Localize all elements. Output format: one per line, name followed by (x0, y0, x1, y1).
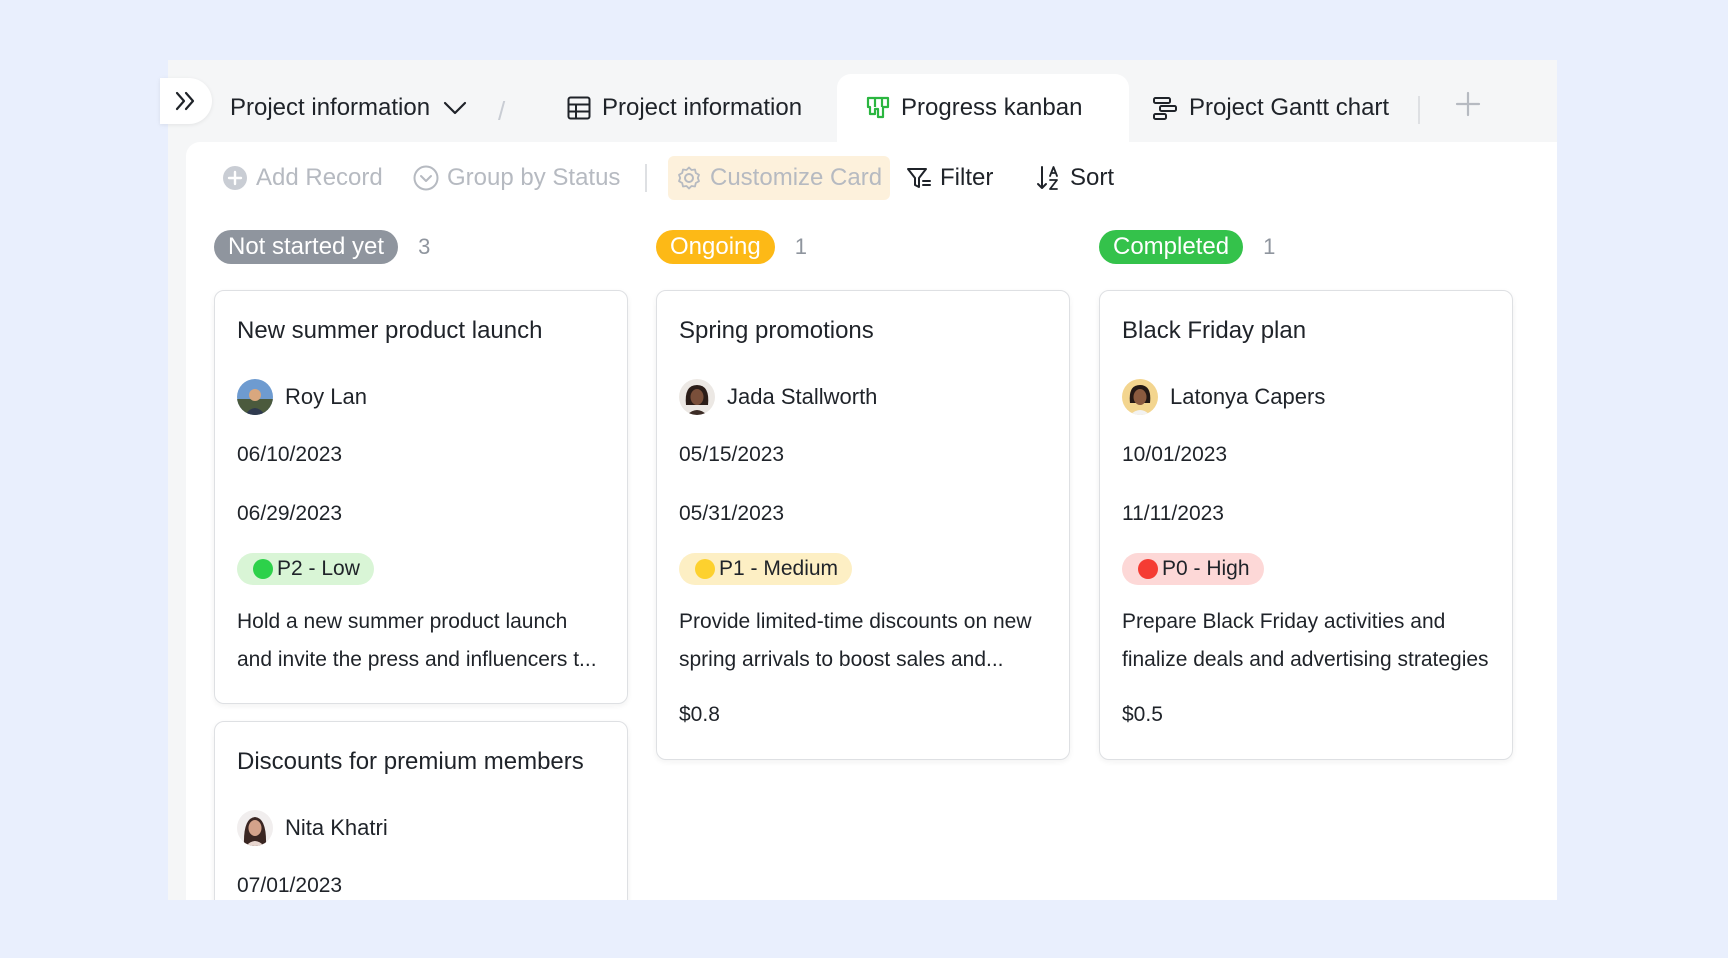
owner-name: Jada Stallworth (727, 384, 878, 409)
record-card[interactable]: Black Friday plan Latonya Capers 10/01/2… (1099, 290, 1513, 760)
start-date: 10/01/2023 (1122, 443, 1228, 466)
database-name: Project information (230, 94, 431, 121)
card-owner: Roy Lan (237, 379, 367, 415)
filter-icon (906, 165, 932, 191)
avatar (237, 810, 273, 846)
avatar (237, 379, 273, 415)
plus-icon (1455, 91, 1481, 117)
add-view-button[interactable] (1454, 90, 1482, 123)
owner-name: Nita Khatri (285, 815, 388, 840)
view-toolbar: Add Record Group by Status Customize Car… (186, 142, 1557, 214)
breadcrumb-separator: / (498, 96, 506, 126)
start-date: 07/01/2023 (237, 874, 343, 897)
priority-tag: P1 - Medium (679, 553, 853, 585)
card-title: Discounts for premium members (237, 748, 584, 775)
add-record-label: Add Record (256, 164, 383, 191)
group-by-label: Group by Status (447, 164, 621, 191)
customize-card-button[interactable]: Customize Card (668, 156, 891, 200)
customize-card-label: Customize Card (710, 164, 883, 191)
filter-label: Filter (940, 164, 994, 191)
card-title: Spring promotions (679, 317, 874, 344)
column-count: 3 (418, 234, 431, 259)
view-tabbar: Project information / Project informatio… (160, 60, 1557, 142)
plus-circle-icon (222, 165, 248, 191)
priority-label: P1 - Medium (719, 557, 839, 580)
priority-tag: P2 - Low (237, 553, 374, 585)
start-date: 06/10/2023 (237, 443, 343, 466)
record-card[interactable]: New summer product launch Roy Lan 06/10/… (214, 290, 628, 704)
status-badge: Ongoing (656, 230, 775, 264)
sort-button[interactable]: Sort (1036, 156, 1114, 200)
avatar (679, 379, 715, 415)
card-title: New summer product launch (237, 317, 543, 344)
card-budget: $0.8 (679, 703, 720, 726)
priority-label: P0 - High (1162, 557, 1250, 580)
table-icon (566, 95, 592, 121)
card-owner: Latonya Capers (1122, 379, 1325, 415)
priority-dot (253, 559, 273, 579)
card-owner: Nita Khatri (237, 810, 388, 846)
tab-table-label: Project information (602, 94, 803, 121)
card-description: Hold a new summer product launch and inv… (237, 610, 597, 671)
card-budget: $0.5 (1122, 703, 1163, 726)
kanban-content: Add Record Group by Status Customize Car… (186, 142, 1557, 900)
add-record-button[interactable]: Add Record (222, 156, 383, 200)
avatar (1122, 379, 1158, 415)
status-badge: Not started yet (214, 230, 399, 264)
sort-label: Sort (1070, 164, 1115, 191)
column-count: 1 (794, 234, 807, 259)
priority-dot (695, 559, 715, 579)
priority-dot (1138, 559, 1158, 579)
check-circle-icon (413, 165, 439, 191)
end-date: 06/29/2023 (237, 502, 343, 525)
tab-gantt-view[interactable]: Project Gantt chart (1151, 74, 1389, 142)
column-header: Completed 1 (1099, 226, 1513, 268)
card-description: Provide limited-time discounts on new sp… (679, 610, 1032, 671)
toolbar-divider (645, 164, 647, 192)
kanban-column-ongoing: Ongoing 1 Spring promotions Jada Stallwo… (656, 226, 1070, 760)
group-by-button[interactable]: Group by Status (413, 156, 620, 200)
card-description: Prepare Black Friday activities and fina… (1122, 610, 1489, 671)
kanban-column-completed: Completed 1 Black Friday plan Latonya Ca… (1099, 226, 1513, 760)
kanban-column-not-started: Not started yet 3 New summer product lau… (214, 226, 628, 900)
end-date: 11/11/2023 (1122, 502, 1224, 525)
tab-kanban-view[interactable]: Progress kanban (837, 74, 1129, 142)
base-app: Project information / Project informatio… (160, 60, 1557, 900)
card-owner: Jada Stallworth (679, 379, 877, 415)
start-date: 05/15/2023 (679, 443, 785, 466)
column-header: Ongoing 1 (656, 226, 1070, 268)
status-badge: Completed (1099, 230, 1244, 264)
expand-sidebar-button[interactable] (160, 78, 212, 124)
card-title: Black Friday plan (1122, 317, 1307, 344)
owner-name: Roy Lan (285, 384, 367, 409)
tab-table-view[interactable]: Project information (566, 74, 802, 142)
tab-kanban-label: Progress kanban (901, 94, 1083, 121)
chevron-down-icon (442, 99, 468, 117)
priority-tag: P0 - High (1122, 553, 1264, 585)
owner-name: Latonya Capers (1170, 384, 1326, 409)
gantt-icon (1151, 94, 1179, 122)
tab-divider (1418, 96, 1420, 124)
priority-label: P2 - Low (277, 557, 360, 580)
column-header: Not started yet 3 (214, 226, 628, 268)
kanban-icon (865, 95, 891, 121)
database-name-dropdown[interactable]: Project information (230, 74, 468, 142)
sort-icon (1036, 164, 1062, 192)
double-chevron-right-icon (175, 91, 195, 111)
column-count: 1 (1263, 234, 1276, 259)
tab-gantt-label: Project Gantt chart (1189, 94, 1390, 121)
filter-button[interactable]: Filter (906, 156, 993, 200)
end-date: 05/31/2023 (679, 502, 785, 525)
gear-icon (676, 165, 702, 191)
record-card[interactable]: Discounts for premium members Nita Khatr… (214, 721, 628, 900)
record-card[interactable]: Spring promotions Jada Stallworth 05/15/… (656, 290, 1070, 760)
